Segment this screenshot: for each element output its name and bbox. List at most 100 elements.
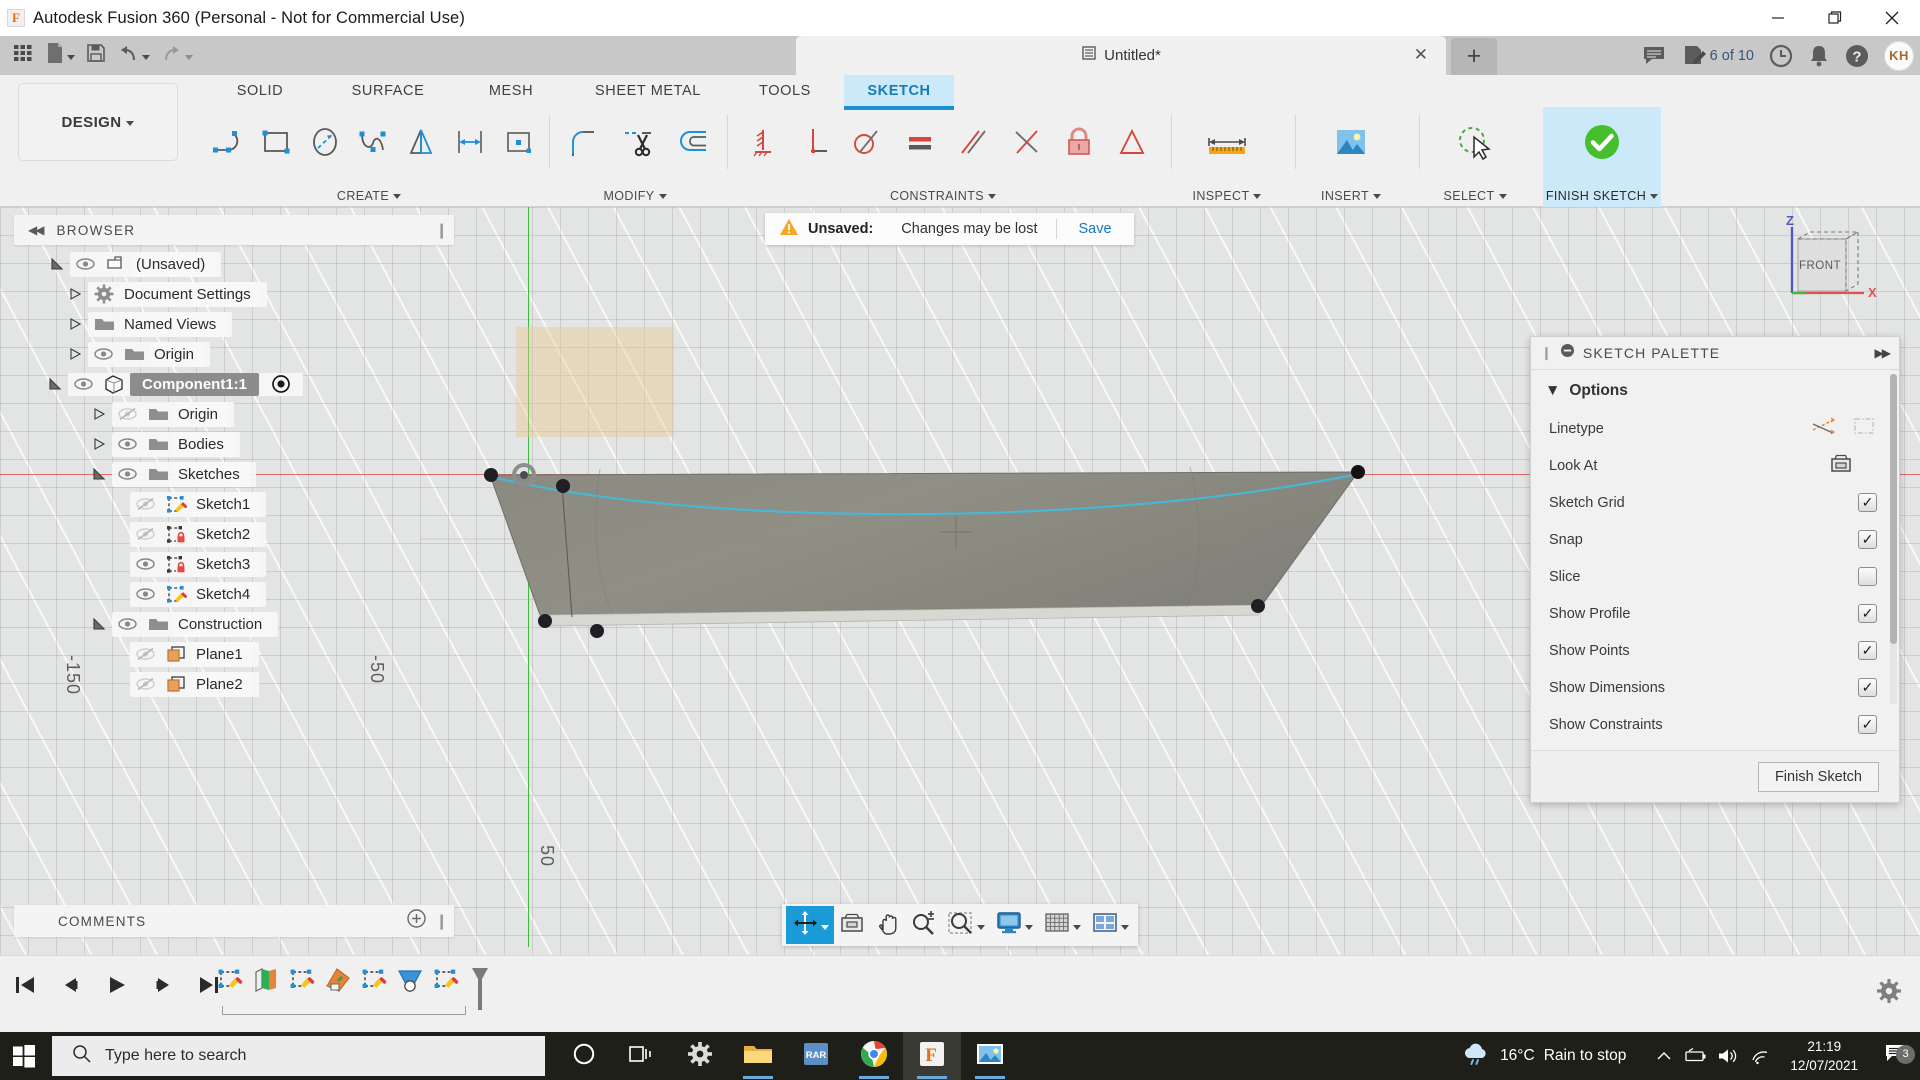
ribbon-group-select-label[interactable]: SELECT (1420, 189, 1530, 203)
tree-item-sketch3[interactable]: Sketch3 (14, 549, 454, 579)
sketch-grid-checkbox[interactable]: ✓ (1858, 493, 1877, 512)
tree-item-bodies[interactable]: Bodies (14, 429, 454, 459)
zoom-tool[interactable] (906, 906, 942, 944)
chevron-down-icon[interactable] (977, 924, 985, 930)
panel-resize-grip[interactable]: ❙ (435, 912, 448, 930)
visibility-eye-icon[interactable] (70, 257, 100, 271)
tab-solid[interactable]: SOLID (196, 75, 324, 106)
look-at-icon[interactable] (1829, 452, 1853, 479)
visibility-hidden-icon[interactable] (112, 407, 142, 421)
sketch-point-tool[interactable] (494, 111, 542, 173)
construction-line-icon[interactable] (1811, 415, 1837, 442)
timeline-settings-gear-icon[interactable] (1876, 978, 1902, 1009)
tree-item-component1[interactable]: Component1:1 (14, 369, 454, 399)
show-data-panel-button[interactable] (8, 39, 38, 72)
expand-arrow-icon[interactable] (44, 257, 70, 271)
chevron-down-icon[interactable] (1025, 924, 1033, 930)
sketch-mirror-tool[interactable] (397, 111, 445, 173)
finish-sketch-button[interactable]: FINISH SKETCH (1543, 107, 1661, 207)
visibility-hidden-icon[interactable] (130, 527, 160, 541)
orbit-tool[interactable] (786, 906, 834, 944)
visibility-eye-icon[interactable] (112, 617, 142, 631)
select-tool[interactable] (1446, 111, 1504, 173)
play-button[interactable] (102, 970, 132, 1000)
visibility-hidden-icon[interactable] (130, 647, 160, 661)
visibility-eye-icon[interactable] (112, 437, 142, 451)
user-avatar[interactable]: KH (1884, 40, 1914, 71)
constraint-parallel-tool[interactable] (946, 111, 999, 173)
sketch-offset-tool[interactable] (665, 111, 720, 173)
visibility-eye-icon[interactable] (130, 587, 160, 601)
minimize-button[interactable] (1749, 0, 1806, 36)
slice-checkbox[interactable] (1858, 567, 1877, 586)
taskbar-search-input[interactable]: Type here to search (52, 1036, 545, 1076)
battery-icon[interactable] (1680, 1048, 1712, 1064)
palette-scrollbar-thumb[interactable] (1890, 374, 1897, 644)
undo-button[interactable] (113, 39, 154, 72)
maximize-restore-button[interactable] (1806, 0, 1863, 36)
chevron-down-icon[interactable] (1121, 924, 1129, 930)
taskbar-fusion360[interactable]: F (903, 1032, 961, 1080)
visibility-eye-icon[interactable] (68, 377, 98, 391)
collapse-arrow-icon[interactable] (62, 347, 88, 361)
close-button[interactable] (1863, 0, 1920, 36)
help-icon[interactable]: ? (1844, 43, 1870, 69)
tree-item-plane1[interactable]: Plane1 (14, 639, 454, 669)
visibility-hidden-icon[interactable] (130, 497, 160, 511)
ribbon-group-constraints-label[interactable]: CONSTRAINTS (728, 189, 1158, 203)
document-tab[interactable]: Untitled* ✕ (796, 36, 1446, 75)
taskbar-file-explorer[interactable] (729, 1032, 787, 1080)
tree-item-sketch1[interactable]: Sketch1 (14, 489, 454, 519)
notification-center-button[interactable]: 3 (1872, 1043, 1920, 1070)
sketch-line-tool[interactable] (204, 111, 252, 173)
drag-handle[interactable]: ❙ (1541, 345, 1552, 361)
notifications-bell-icon[interactable] (1808, 43, 1830, 69)
job-status[interactable]: 6 of 10 (1682, 44, 1754, 68)
sketch-rectangle-tool[interactable] (252, 111, 300, 173)
panel-resize-grip[interactable]: ❙ (435, 221, 448, 239)
show-dimensions-checkbox[interactable]: ✓ (1858, 678, 1877, 697)
taskbar-task-view[interactable] (613, 1032, 671, 1080)
expand-arrow-icon[interactable] (86, 467, 112, 481)
chevron-down-icon[interactable] (1073, 924, 1081, 930)
expand-arrow-icon[interactable] (86, 617, 112, 631)
visibility-eye-icon[interactable] (130, 557, 160, 571)
snap-checkbox[interactable]: ✓ (1858, 530, 1877, 549)
constraint-tangent-tool[interactable] (840, 111, 893, 173)
tree-item-sketches[interactable]: Sketches (14, 459, 454, 489)
finish-sketch-palette-button[interactable]: Finish Sketch (1757, 761, 1879, 792)
activate-component-icon[interactable] (265, 374, 297, 394)
tree-item-origin-component[interactable]: Origin (14, 399, 454, 429)
display-settings-tool[interactable] (990, 906, 1038, 944)
tab-tools[interactable]: TOOLS (726, 75, 844, 106)
look-at-tool[interactable] (834, 906, 870, 944)
comments-icon[interactable] (1642, 44, 1668, 68)
minimize-icon[interactable] (1560, 343, 1575, 363)
collapse-arrow-icon[interactable] (86, 437, 112, 451)
close-tab-icon[interactable]: ✕ (1414, 45, 1428, 65)
ribbon-group-modify-label[interactable]: MODIFY (550, 189, 720, 203)
feature-plane[interactable] (320, 966, 356, 994)
chevron-up-icon[interactable] (1648, 1049, 1680, 1063)
feature-sketch4[interactable] (428, 966, 464, 994)
constraint-perpendicular-tool[interactable] (787, 111, 840, 173)
taskbar-winrar[interactable]: RAR (787, 1032, 845, 1080)
expand-right-icon[interactable]: ▶▶ (1875, 346, 1892, 360)
feature-sketch1[interactable] (212, 966, 248, 994)
wifi-icon[interactable] (1744, 1047, 1776, 1065)
tree-item-construction[interactable]: Construction (14, 609, 454, 639)
taskbar-photos[interactable] (961, 1032, 1019, 1080)
constraint-fix-tool[interactable] (1052, 111, 1105, 173)
view-cube[interactable]: Z X FRONT (1772, 213, 1892, 325)
grid-snaps-tool[interactable] (1038, 906, 1086, 944)
tab-sketch[interactable]: SKETCH (844, 75, 954, 110)
collapse-arrow-icon[interactable] (62, 317, 88, 331)
feature-sketch3[interactable] (356, 966, 392, 994)
tree-item-document-settings[interactable]: Document Settings (14, 279, 454, 309)
sketch-dimension-tool[interactable] (445, 111, 493, 173)
tab-surface[interactable]: SURFACE (324, 75, 452, 106)
chevron-down-icon[interactable] (821, 924, 829, 930)
new-document-button[interactable] (40, 38, 79, 73)
comments-panel-header[interactable]: COMMENTS ❙ (14, 905, 454, 937)
visibility-eye-icon[interactable] (88, 347, 118, 361)
